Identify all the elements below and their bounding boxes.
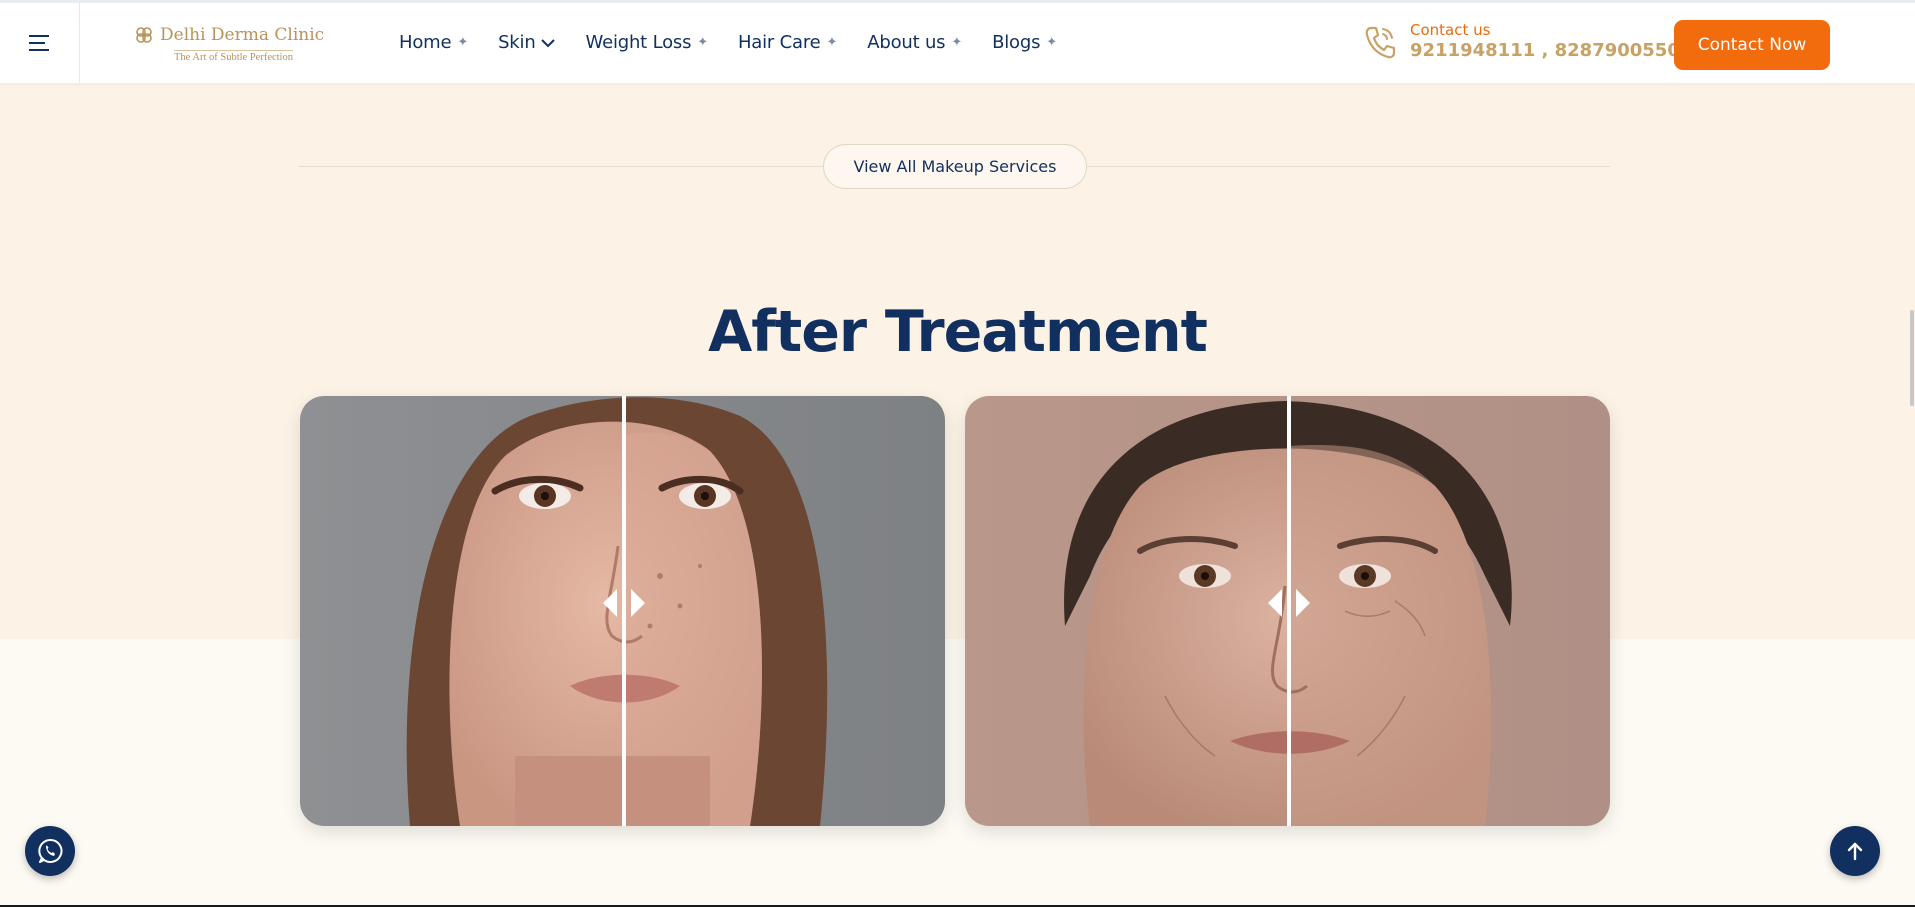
plus-icon: ✦ [826, 35, 838, 50]
hamburger-icon [28, 35, 49, 51]
nav-item-label: About us [867, 32, 946, 53]
logo-title: Delhi Derma Clinic [160, 25, 325, 45]
site-logo[interactable]: Delhi Derma Clinic The Art of Subtle Per… [134, 25, 324, 64]
whatsapp-button[interactable] [25, 826, 75, 876]
contact-label: Contact us [1410, 21, 1491, 39]
plus-icon: ✦ [457, 35, 469, 50]
back-to-top-button[interactable] [1830, 826, 1880, 876]
nav-item-skin[interactable]: Skin [498, 32, 555, 53]
divider-right [1087, 166, 1610, 167]
contact-info[interactable]: Contact us 9211948111 , 8287900550 [1362, 21, 1680, 63]
arrow-left-icon [1268, 589, 1282, 617]
nav-item-home[interactable]: Home ✦ [399, 32, 468, 53]
page-scrollbar[interactable] [1909, 0, 1915, 907]
nav-item-label: Blogs [992, 32, 1041, 53]
nav-item-label: Hair Care [737, 32, 821, 53]
plus-icon: ✦ [951, 35, 963, 50]
arrow-right-icon [631, 589, 645, 617]
view-all-makeup-services-button[interactable]: View All Makeup Services [823, 144, 1087, 189]
plus-icon: ✦ [1046, 35, 1057, 50]
scrollbar-thumb[interactable] [1910, 310, 1914, 406]
contact-now-button[interactable]: Contact Now [1674, 20, 1830, 70]
logo-knot-icon [136, 27, 152, 43]
after-treatment-title: After Treatment [708, 299, 1208, 365]
arrow-up-icon [1847, 842, 1863, 861]
nav-item-hair-care[interactable]: Hair Care ✦ [738, 32, 837, 53]
site-header: Delhi Derma Clinic The Art of Subtle Per… [0, 0, 1915, 83]
hamburger-menu-button[interactable] [0, 3, 80, 83]
phone-icon [1365, 26, 1396, 59]
nav-item-about-us[interactable]: About us ✦ [867, 32, 962, 53]
arrow-right-icon [1296, 589, 1310, 617]
contact-phone-numbers[interactable]: 9211948111 , 8287900550 [1410, 39, 1680, 63]
before-after-slider-2[interactable] [965, 396, 1610, 826]
main-navigation: Home ✦ Skin Weight Loss ✦ Hair Care ✦ Ab… [399, 32, 1087, 53]
nav-item-blogs[interactable]: Blogs ✦ [992, 32, 1057, 53]
arrow-left-icon [603, 589, 617, 617]
nav-item-label: Weight Loss [585, 32, 692, 53]
slider-handle[interactable] [594, 588, 654, 618]
logo-subtitle: The Art of Subtle Perfection [174, 50, 293, 63]
slider-handle[interactable] [1259, 588, 1319, 618]
before-after-slider-1[interactable] [300, 396, 945, 826]
nav-item-label: Home [399, 32, 452, 53]
nav-item-label: Skin [498, 32, 536, 53]
whatsapp-icon [38, 838, 63, 863]
nav-item-weight-loss[interactable]: Weight Loss ✦ [585, 32, 709, 53]
divider-left [299, 166, 823, 167]
plus-icon: ✦ [697, 35, 708, 50]
chevron-down-icon [540, 38, 555, 47]
